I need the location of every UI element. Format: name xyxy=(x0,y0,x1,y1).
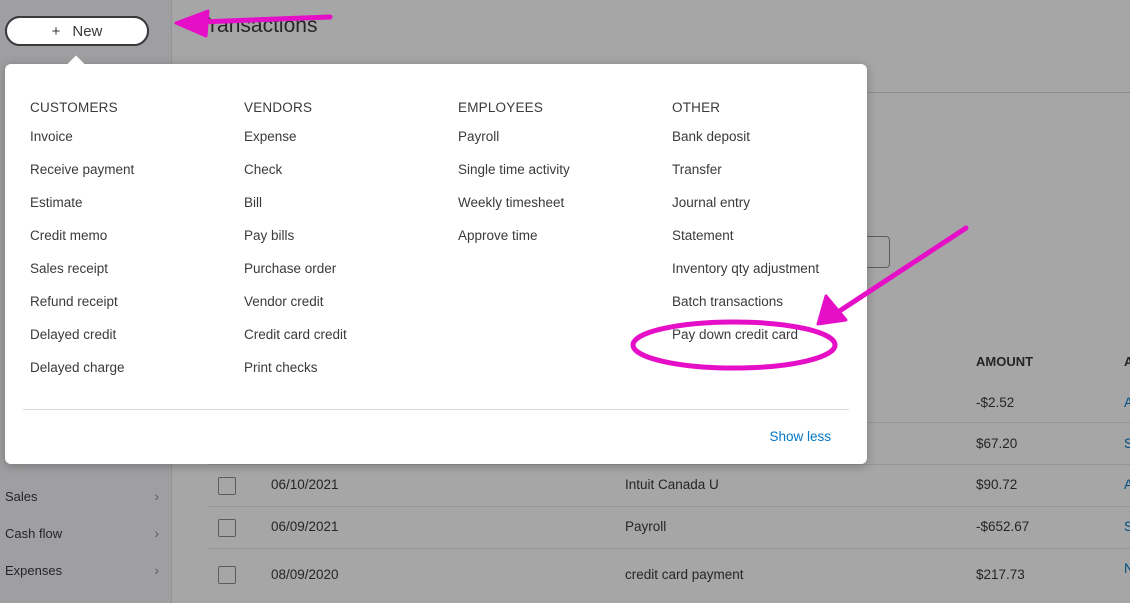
menu-item-purchase-order[interactable]: Purchase order xyxy=(244,262,347,295)
menu-item-estimate[interactable]: Estimate xyxy=(30,196,134,229)
menu-item-invoice[interactable]: Invoice xyxy=(30,130,134,163)
menu-item-expense[interactable]: Expense xyxy=(244,130,347,163)
menu-item-refund-receipt[interactable]: Refund receipt xyxy=(30,295,134,328)
menu-column-employees: EMPLOYEES Payroll Single time activity W… xyxy=(458,100,570,262)
menu-item-delayed-charge[interactable]: Delayed charge xyxy=(30,361,134,394)
new-button-active[interactable]: + New xyxy=(5,16,149,46)
menu-item-weekly-timesheet[interactable]: Weekly timesheet xyxy=(458,196,570,229)
menu-item-vendor-credit[interactable]: Vendor credit xyxy=(244,295,347,328)
menu-item-print-checks[interactable]: Print checks xyxy=(244,361,347,394)
new-menu-panel: CUSTOMERS Invoice Receive payment Estima… xyxy=(5,64,867,464)
menu-column-title: OTHER xyxy=(672,100,721,115)
plus-icon: + xyxy=(51,22,61,40)
menu-column-title: VENDORS xyxy=(244,100,313,115)
menu-item-check[interactable]: Check xyxy=(244,163,347,196)
menu-item-credit-card-credit[interactable]: Credit card credit xyxy=(244,328,347,361)
menu-item-pay-bills[interactable]: Pay bills xyxy=(244,229,347,262)
new-button-label: New xyxy=(72,22,103,40)
menu-item-inventory-qty-adjustment[interactable]: Inventory qty adjustment xyxy=(672,262,819,295)
menu-item-single-time-activity[interactable]: Single time activity xyxy=(458,163,570,196)
menu-item-payroll[interactable]: Payroll xyxy=(458,130,570,163)
menu-item-bank-deposit[interactable]: Bank deposit xyxy=(672,130,819,163)
menu-item-approve-time[interactable]: Approve time xyxy=(458,229,570,262)
menu-item-transfer[interactable]: Transfer xyxy=(672,163,819,196)
menu-item-journal-entry[interactable]: Journal entry xyxy=(672,196,819,229)
menu-item-batch-transactions[interactable]: Batch transactions xyxy=(672,295,819,328)
menu-column-vendors: VENDORS Expense Check Bill Pay bills Pur… xyxy=(244,100,347,394)
menu-item-statement[interactable]: Statement xyxy=(672,229,819,262)
menu-item-pay-down-credit-card[interactable]: Pay down credit card xyxy=(672,328,819,361)
menu-column-other: OTHER Bank deposit Transfer Journal entr… xyxy=(672,100,819,361)
show-less-link[interactable]: Show less xyxy=(769,429,831,444)
menu-item-bill[interactable]: Bill xyxy=(244,196,347,229)
menu-column-title: CUSTOMERS xyxy=(30,100,118,115)
menu-item-receive-payment[interactable]: Receive payment xyxy=(30,163,134,196)
menu-item-delayed-credit[interactable]: Delayed credit xyxy=(30,328,134,361)
menu-column-customers: CUSTOMERS Invoice Receive payment Estima… xyxy=(30,100,134,394)
menu-divider xyxy=(23,409,849,410)
menu-item-credit-memo[interactable]: Credit memo xyxy=(30,229,134,262)
menu-item-sales-receipt[interactable]: Sales receipt xyxy=(30,262,134,295)
menu-column-title: EMPLOYEES xyxy=(458,100,544,115)
